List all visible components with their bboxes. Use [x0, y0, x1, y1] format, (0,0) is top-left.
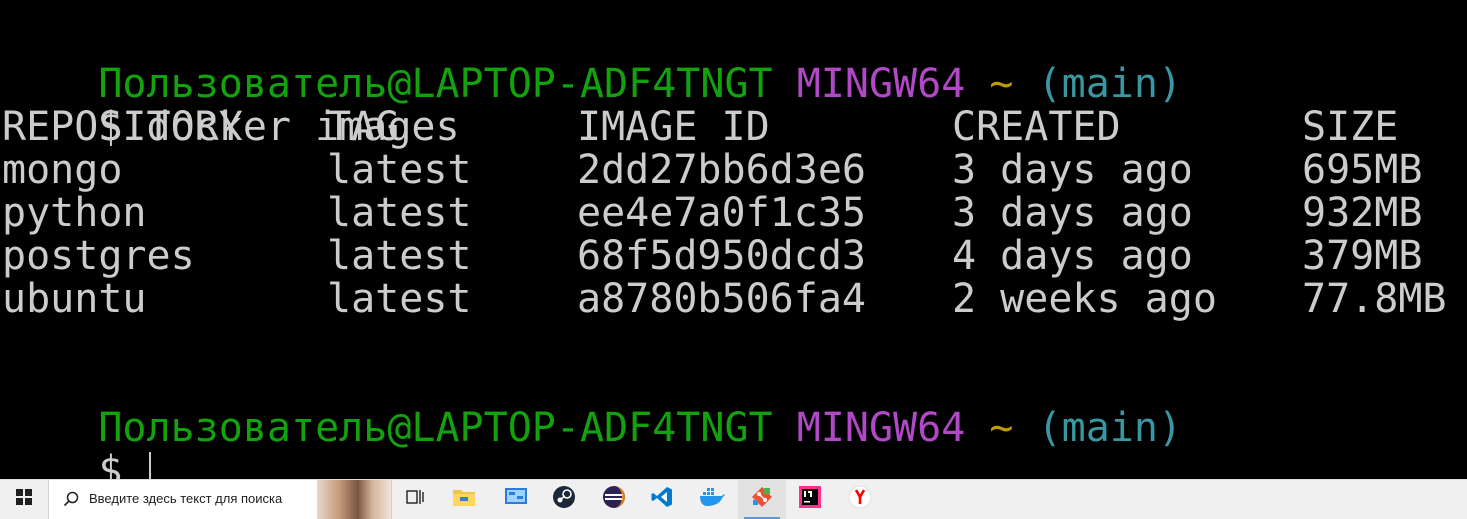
- row-repository: python: [2, 190, 147, 236]
- search-placeholder: Введите здесь текст для поиска: [89, 491, 283, 506]
- header-repository: REPOSITORY: [2, 104, 243, 150]
- docker-icon: [698, 486, 726, 513]
- intellij-button[interactable]: [786, 480, 834, 519]
- yandex-browser-button[interactable]: [836, 480, 884, 519]
- input-line[interactable]: $: [2, 407, 151, 479]
- table-row: postgres latest 68f5d950dcd3 4 days ago …: [2, 235, 1462, 278]
- task-view-button[interactable]: [392, 480, 440, 519]
- search-highlight-image: [317, 480, 391, 519]
- row-size: 379МВ: [1302, 233, 1423, 279]
- row-tag: latest: [327, 233, 472, 279]
- docker-button[interactable]: [688, 480, 736, 519]
- command-line: $ docker images: [2, 63, 459, 149]
- header-tag: TAG: [327, 104, 400, 150]
- row-created: 4 days ago: [952, 233, 1193, 279]
- row-image-id: 68f5d950dcd3: [577, 233, 866, 279]
- prompt-path: ~: [989, 405, 1014, 451]
- prompt-line-1: Пользователь@LAPTOP-ADF4TNGT MINGW64 ~ (…: [2, 20, 1182, 106]
- table-header: REPOSITORY TAG IMAGE ID CREATED SIZE: [2, 106, 1462, 149]
- row-size: 932МВ: [1302, 190, 1423, 236]
- row-repository: mongo: [2, 147, 123, 193]
- task-view-icon: [406, 488, 426, 511]
- row-size: 695МВ: [1302, 147, 1423, 193]
- file-explorer-icon: [452, 487, 476, 512]
- taskbar-search-box[interactable]: Введите здесь текст для поиска: [48, 480, 392, 519]
- prompt-path: ~: [989, 61, 1014, 107]
- vscode-icon: [650, 485, 674, 514]
- control-panel-button[interactable]: [492, 480, 540, 519]
- row-repository: postgres: [2, 233, 195, 279]
- row-image-id: 2dd27bb6d3e6: [577, 147, 866, 193]
- input-symbol: $: [98, 448, 123, 480]
- table-row: python latest ee4e7a0f1c35 3 days ago 93…: [2, 192, 1462, 235]
- prompt-system: MINGW64: [796, 405, 966, 451]
- table-row: ubuntu latest a8780b506fa4 2 weeks ago 7…: [2, 278, 1462, 321]
- git-icon: [750, 485, 774, 514]
- start-button[interactable]: [0, 480, 48, 519]
- prompt-line-2: Пользователь@LAPTOP-ADF4TNGT MINGW64 ~ (…: [2, 364, 1182, 450]
- prompt-user-host: Пользователь@LAPTOP-ADF4TNGT: [98, 405, 773, 451]
- row-created: 3 days ago: [952, 190, 1193, 236]
- row-tag: latest: [327, 190, 472, 236]
- row-image-id: ee4e7a0f1c35: [577, 190, 866, 236]
- taskbar: Введите здесь текст для поиска: [0, 479, 1467, 519]
- windows-start-icon: [16, 489, 32, 510]
- header-created: CREATED: [952, 104, 1121, 150]
- table-row: mongo latest 2dd27bb6d3e6 3 days ago 695…: [2, 149, 1462, 192]
- prompt-system: MINGW64: [796, 61, 966, 107]
- row-image-id: a8780b506fa4: [577, 276, 866, 322]
- control-panel-icon: [504, 487, 528, 512]
- row-created: 2 weeks ago: [952, 276, 1217, 322]
- prompt-branch: (main): [1037, 61, 1183, 107]
- prompt-branch: (main): [1037, 405, 1183, 451]
- eclipse-button[interactable]: [590, 480, 638, 519]
- row-created: 3 days ago: [952, 147, 1193, 193]
- text-cursor: [148, 452, 151, 479]
- row-tag: latest: [327, 276, 472, 322]
- row-repository: ubuntu: [2, 276, 147, 322]
- header-size: SIZE: [1302, 104, 1399, 150]
- search-icon: [63, 491, 79, 512]
- vscode-button[interactable]: [638, 480, 686, 519]
- git-button[interactable]: [738, 480, 786, 519]
- header-image-id: IMAGE ID: [577, 104, 770, 150]
- steam-icon: [552, 485, 576, 514]
- row-size: 77.8МВ: [1302, 276, 1447, 322]
- steam-button[interactable]: [540, 480, 588, 519]
- terminal-window[interactable]: Пользователь@LAPTOP-ADF4TNGT MINGW64 ~ (…: [0, 0, 1467, 479]
- row-tag: latest: [327, 147, 472, 193]
- yandex-browser-icon: [848, 485, 872, 514]
- intellij-icon: [798, 485, 822, 514]
- file-explorer-button[interactable]: [440, 480, 488, 519]
- eclipse-icon: [602, 485, 626, 514]
